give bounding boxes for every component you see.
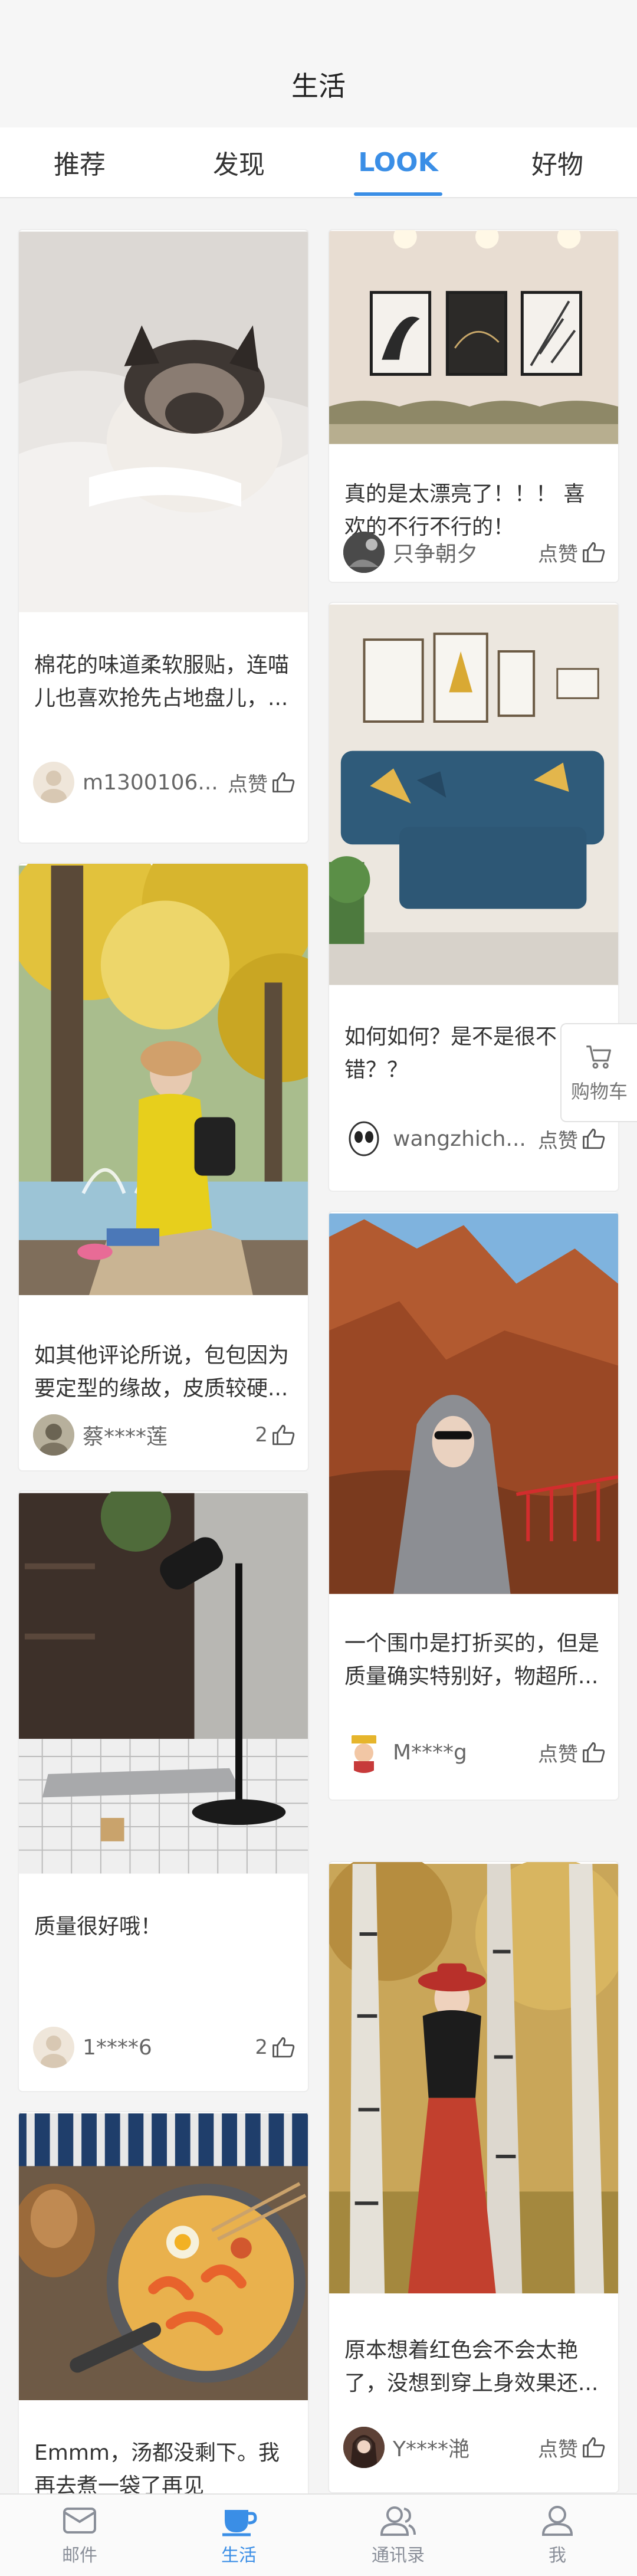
contacts-icon [380,2506,416,2536]
post-photo [19,2113,308,2401]
app-header: 生活 [0,0,637,127]
username: m1300106... [83,770,218,795]
tab-discover[interactable]: 发现 [159,127,318,197]
username: wangzhich... [393,1126,526,1151]
post-text: Emmm，汤都没剩下。我再去煮一袋了再见 [34,2441,280,2493]
like-button[interactable]: 点赞 [538,2433,606,2462]
post-photo [329,1213,618,1594]
category-tabs: 推荐 发现 LOOK 好物 [0,127,637,198]
post-footer: 只争朝夕 点赞 [343,531,606,573]
post-card[interactable]: 原本想着红色会不会太艳了，没想到穿上身效果还... Y****滟 点赞 [328,1861,619,2493]
like-count: 2 [255,1423,268,1447]
like-label: 点赞 [538,542,578,566]
thumbs-up-icon [583,2437,605,2458]
thumbs-up-icon [272,2037,295,2058]
post-card[interactable]: 棉花的味道柔软服贴，连喵儿也喜欢抢先占地盘儿，... m1300106... 点… [18,229,309,844]
post-photo [19,231,308,612]
avatar[interactable] [343,1732,385,1773]
like-button[interactable]: 点赞 [538,1125,606,1153]
thumbs-up-icon [272,1424,295,1446]
post-photo [329,604,618,985]
tab-label: 发现 [213,150,265,180]
nav-label: 通讯录 [372,2545,425,2566]
post-card[interactable]: 一个围巾是打折买的，但是质量确实特别好，物超所... M****g 点赞 [328,1211,619,1801]
like-button[interactable]: 点赞 [538,538,606,567]
avatar[interactable] [33,2027,74,2068]
tab-label: 好物 [531,150,583,180]
cup-icon [222,2510,257,2536]
post-text: 一个围巾是打折买的，但是质量确实特别好，物超所... [344,1631,600,1689]
like-label: 点赞 [538,1742,578,1767]
post-card[interactable]: 质量很好哦！ 1****6 2 [18,1490,309,2092]
nav-item-me[interactable]: 我 [478,2495,637,2576]
post-footer: wangzhich... 点赞 [343,1117,606,1160]
default-avatar-icon [41,771,67,803]
tab-label: 推荐 [54,150,106,180]
username: Y****滟 [393,2437,469,2462]
post-card[interactable]: 如其他评论所说，包包因为要定型的缘故，皮质较硬... 蔡****莲 2 [18,863,309,1471]
thumbs-up-icon [583,1742,605,1763]
post-photo [329,1862,618,2294]
post-text: 原本想着红色会不会太艳了，没想到穿上身效果还... [344,2338,599,2395]
thumbs-up-icon [583,542,605,563]
username: 只争朝夕 [393,542,478,566]
username: 蔡****莲 [83,1425,168,1449]
user-icon [541,2506,573,2536]
floating-cart-button[interactable]: 购物车 [560,1023,637,1122]
post-footer: M****g 点赞 [343,1731,606,1774]
post-text: 棉花的味道柔软服贴，连喵儿也喜欢抢先占地盘儿，... [34,653,290,710]
like-label: 点赞 [538,1129,578,1153]
post-text: 如其他评论所说，包包因为要定型的缘故，皮质较硬... [34,1343,290,1401]
post-footer: m1300106... 点赞 [33,761,296,804]
like-button[interactable]: 2 [255,2035,296,2060]
nav-label: 我 [549,2545,566,2566]
username: M****g [393,1740,467,1765]
like-label: 点赞 [538,2437,578,2462]
like-count: 2 [255,2036,268,2059]
like-button[interactable]: 2 [255,1423,296,1447]
nav-item-contacts[interactable]: 通讯录 [318,2495,478,2576]
page-title: 生活 [291,70,346,102]
avatar-image [343,532,385,573]
cart-label: 购物车 [570,1080,628,1103]
post-footer: 1****6 2 [33,2026,296,2069]
post-card[interactable]: Emmm，汤都没剩下。我再去煮一袋了再见 [18,2111,309,2493]
avatar-image [33,1414,74,1456]
like-label: 点赞 [228,772,268,797]
avatar[interactable] [343,1118,385,1159]
thumbs-up-icon [583,1128,605,1149]
avatar[interactable] [33,762,74,803]
avatar[interactable] [33,1414,74,1456]
post-photo [329,230,618,444]
tab-good-items[interactable]: 好物 [478,127,637,197]
post-footer: Y****滟 点赞 [343,2426,606,2469]
post-footer: 蔡****莲 2 [33,1414,296,1456]
post-card[interactable]: 真的是太漂亮了！！！ 喜欢的不行不行的！ 只争朝夕 点赞 [328,229,619,583]
avatar[interactable] [343,2427,385,2468]
nav-item-mail[interactable]: 邮件 [0,2495,159,2576]
cart-icon [586,1046,612,1069]
post-photo [19,1492,308,1874]
look-feed: 棉花的味道柔软服贴，连喵儿也喜欢抢先占地盘儿，... m1300106... 点… [0,199,637,2493]
nav-label: 邮件 [62,2545,97,2566]
tab-label: LOOK [358,147,438,178]
mail-icon [63,2508,96,2534]
like-button[interactable]: 点赞 [228,768,296,797]
avatar-image [343,2427,385,2468]
avatar[interactable] [343,532,385,573]
nav-item-life[interactable]: 生活 [159,2495,318,2576]
default-avatar-icon [41,2036,67,2068]
nav-label: 生活 [221,2545,257,2566]
tab-recommend[interactable]: 推荐 [0,127,159,197]
alien-avatar-icon [349,1121,379,1156]
tab-look[interactable]: LOOK [318,127,478,197]
like-button[interactable]: 点赞 [538,1738,606,1767]
thumbs-up-icon [272,772,295,793]
post-text: 质量很好哦！ [34,1915,162,1939]
post-photo [19,864,308,1296]
username: 1****6 [83,2035,152,2060]
bottom-nav: 邮件 生活 通讯录 我 [0,2493,637,2576]
character-avatar-icon [352,1735,376,1773]
